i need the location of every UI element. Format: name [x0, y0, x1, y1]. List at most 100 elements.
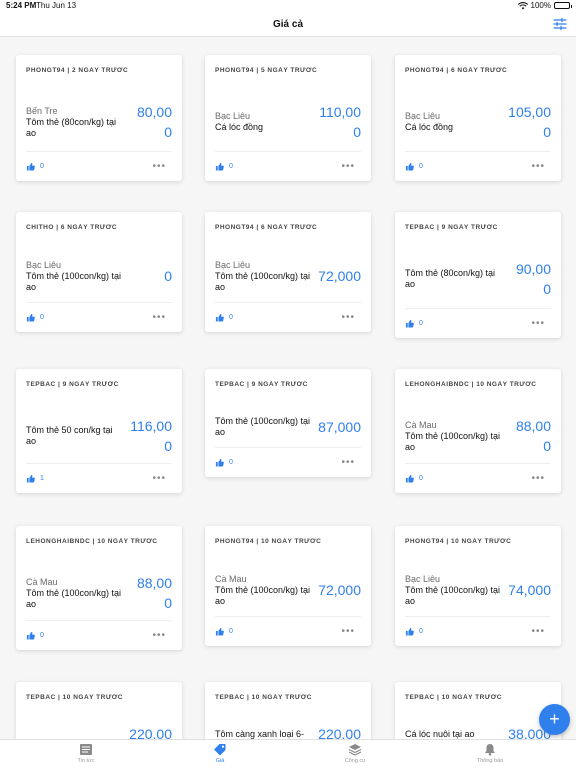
card-body: Tôm thẻ 50 con/kg tại ao 116,00 0: [26, 399, 172, 473]
card-author-time: PHONGT94 | 6 NGÀY TRƯỚC: [215, 224, 318, 231]
card-price: 105,00 0: [508, 102, 551, 142]
card-author-time: PHONGT94 | 10 NGÀY TRƯỚC: [215, 538, 322, 545]
card-price: 110,00 0: [319, 102, 361, 142]
like-button[interactable]: 1: [26, 474, 44, 483]
battery-percent: 100%: [530, 1, 551, 10]
card-product-name: Tôm thẻ (100con/kg) tại ao: [26, 587, 122, 609]
more-options-icon[interactable]: •••: [146, 161, 172, 172]
more-options-icon[interactable]: •••: [335, 457, 361, 468]
card-price-value-line2: 0: [164, 438, 172, 454]
price-tag-icon: [214, 744, 226, 756]
wifi-icon: [517, 1, 528, 9]
price-card[interactable]: TEPBAC | 10 NGÀY TRƯỚC Tôm càng xanh loạ…: [205, 682, 371, 739]
card-body: Bạc Liêu Tôm thẻ (100con/kg) tại ao 0: [26, 242, 172, 310]
price-card[interactable]: LEHONGHAIBNDC | 10 NGÀY TRƯỚC Cà Mau Tôm…: [395, 369, 561, 493]
card-author-time: PHONGT94 | 6 NGÀY TRƯỚC: [405, 67, 508, 74]
card-product-name: Tôm thẻ (100con/kg) tại ao: [215, 270, 311, 292]
tab-tools[interactable]: Công cụ: [315, 743, 395, 764]
like-button[interactable]: 0: [26, 313, 44, 322]
thumbs-up-icon: [215, 313, 224, 322]
like-count: 0: [229, 459, 233, 466]
price-card[interactable]: PHONGT94 | 6 NGÀY TRƯỚC Bạc Liêu Cá lóc …: [395, 55, 561, 181]
card-price: 80,00 0: [137, 102, 172, 142]
card-product-info: Bạc Liêu Tôm thẻ (100con/kg) tại ao: [215, 260, 311, 293]
card-footer: 0 •••: [215, 302, 361, 332]
thumbs-up-icon: [405, 627, 414, 636]
card-body: Cá lóc nuôi tại ao 38,000: [405, 708, 551, 739]
like-count: 0: [419, 628, 423, 635]
price-card[interactable]: TEPBAC | 9 NGÀY TRƯỚC Tôm thẻ 50 con/kg …: [16, 369, 182, 493]
like-button[interactable]: 0: [215, 458, 233, 467]
thumbs-up-icon: [215, 162, 224, 171]
like-button[interactable]: 0: [215, 627, 233, 636]
like-button[interactable]: 0: [215, 162, 233, 171]
price-card[interactable]: PHONGT94 | 10 NGÀY TRƯỚC Bạc Liêu Tôm th…: [395, 526, 561, 646]
card-price-value: 74,000: [508, 582, 551, 598]
card-footer: 0 •••: [405, 463, 551, 493]
more-options-icon[interactable]: •••: [335, 626, 361, 637]
tab-label: Tin tức: [77, 758, 95, 764]
filter-settings-icon[interactable]: [552, 16, 568, 32]
price-card[interactable]: PHONGT94 | 10 NGÀY TRƯỚC Cà Mau Tôm thẻ …: [205, 526, 371, 646]
thumbs-up-icon: [405, 162, 414, 171]
price-card[interactable]: TEPBAC | 9 NGÀY TRƯỚC Tôm thẻ (80con/kg)…: [395, 212, 561, 338]
card-price: 90,00 0: [516, 259, 551, 299]
card-footer: 0 •••: [215, 447, 361, 477]
more-options-icon[interactable]: •••: [525, 318, 551, 329]
thumbs-up-icon: [405, 474, 414, 483]
card-author-time: PHONGT94 | 2 NGÀY TRƯỚC: [26, 67, 129, 74]
status-time: 5:24 PM: [6, 1, 37, 10]
like-button[interactable]: 0: [215, 313, 233, 322]
card-price: 72,000: [318, 266, 361, 286]
price-card[interactable]: PHONGT94 | 2 NGÀY TRƯỚC Bến Tre Tôm thẻ …: [16, 55, 182, 181]
more-options-icon[interactable]: •••: [525, 473, 551, 484]
add-price-button[interactable]: +: [539, 704, 570, 735]
card-author-time: PHONGT94 | 10 NGÀY TRƯỚC: [405, 538, 512, 545]
card-product-name: Tôm thẻ (100con/kg) tại ao: [26, 270, 122, 292]
price-card[interactable]: TEPBAC | 10 NGÀY TRƯỚC 220,00: [16, 682, 182, 739]
card-author-time: TEPBAC | 10 NGÀY TRƯỚC: [215, 694, 312, 701]
price-card[interactable]: PHONGT94 | 6 NGÀY TRƯỚC Bạc Liêu Tôm thẻ…: [205, 212, 371, 332]
card-price-value: 72,000: [318, 582, 361, 598]
like-button[interactable]: 0: [405, 319, 423, 328]
more-options-icon[interactable]: •••: [146, 473, 172, 484]
card-author-time: LEHONGHAIBNDC | 10 NGÀY TRƯỚC: [26, 538, 158, 545]
card-price-value-line2: 0: [543, 124, 551, 140]
card-footer: 0 •••: [26, 151, 172, 181]
more-options-icon[interactable]: •••: [335, 312, 361, 323]
card-product-name: Tôm thẻ (100con/kg) tại ao: [405, 430, 501, 452]
like-button[interactable]: 0: [26, 162, 44, 171]
card-location: Cà Mau: [405, 419, 437, 430]
card-price: 116,00 0: [130, 416, 172, 456]
card-price: 72,000: [318, 580, 361, 600]
price-card-grid: PHONGT94 | 2 NGÀY TRƯỚC Bến Tre Tôm thẻ …: [0, 38, 576, 739]
tab-notifications[interactable]: Thông báo: [450, 743, 530, 764]
card-location: Bạc Liêu: [405, 111, 441, 121]
more-options-icon[interactable]: •••: [525, 161, 551, 172]
tab-news[interactable]: Tin tức: [46, 743, 126, 764]
price-card[interactable]: TEPBAC | 10 NGÀY TRƯỚC Cá lóc nuôi tại a…: [395, 682, 561, 739]
bottom-tab-bar: Tin tức Giá Công cụ Thông báo: [0, 739, 576, 768]
more-options-icon[interactable]: •••: [146, 630, 172, 641]
more-options-icon[interactable]: •••: [146, 312, 172, 323]
price-card[interactable]: PHONGT94 | 5 NGÀY TRƯỚC Bạc Liêu Cá lóc …: [205, 55, 371, 181]
tab-prices[interactable]: Giá: [180, 743, 260, 764]
card-price: 88,00 0: [516, 416, 551, 456]
price-card[interactable]: TEPBAC | 9 NGÀY TRƯỚC Tôm thẻ (100con/kg…: [205, 369, 371, 477]
card-price-value: 72,000: [318, 268, 361, 284]
like-button[interactable]: 0: [26, 631, 44, 640]
card-price-value-line2: 0: [353, 124, 361, 140]
card-product-name: Cá lóc nuôi tại ao: [405, 728, 475, 739]
card-body: Cà Mau Tôm thẻ (100con/kg) tại ao 88,00 …: [26, 556, 172, 630]
card-price-value-line2: 0: [543, 281, 551, 297]
like-button[interactable]: 0: [405, 627, 423, 636]
like-button[interactable]: 0: [405, 474, 423, 483]
card-location: Bạc Liêu: [405, 573, 441, 584]
price-card[interactable]: CHITHO | 6 NGÀY TRƯỚC Bạc Liêu Tôm thẻ (…: [16, 212, 182, 332]
card-footer: 0 •••: [26, 302, 172, 332]
more-options-icon[interactable]: •••: [525, 626, 551, 637]
card-price: 88,00 0: [137, 573, 172, 613]
like-button[interactable]: 0: [405, 162, 423, 171]
more-options-icon[interactable]: •••: [335, 161, 361, 172]
price-card[interactable]: LEHONGHAIBNDC | 10 NGÀY TRƯỚC Cà Mau Tôm…: [16, 526, 182, 650]
